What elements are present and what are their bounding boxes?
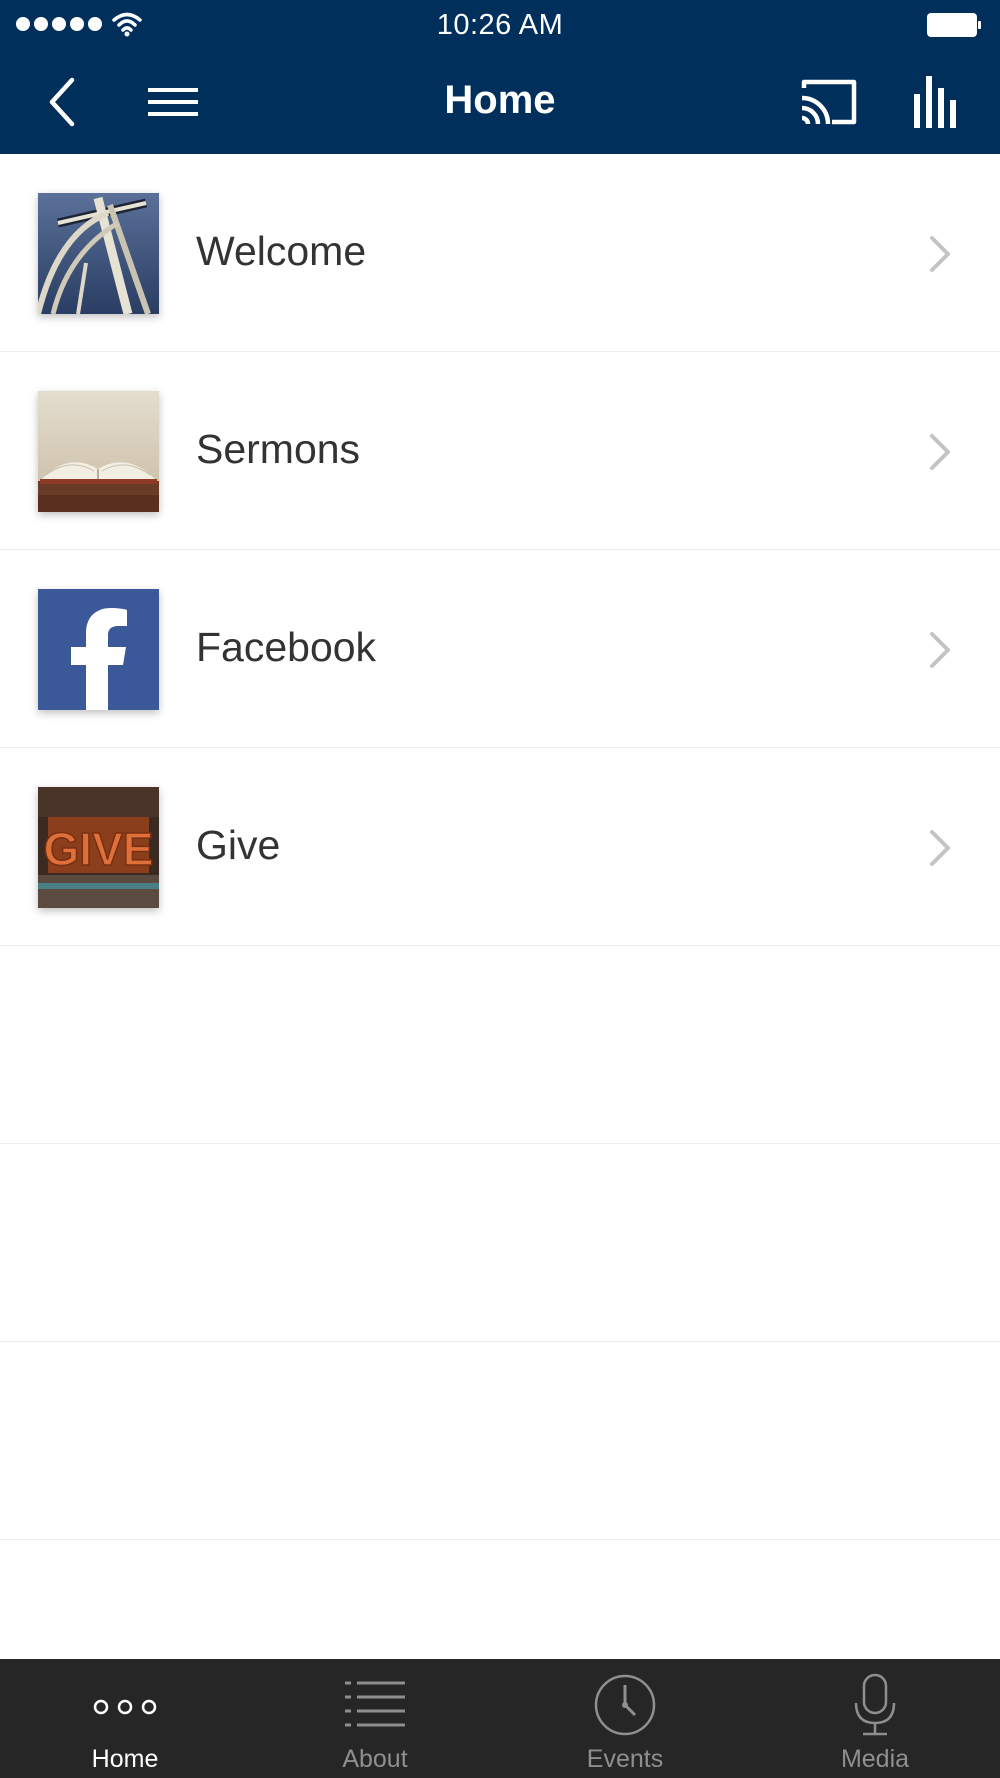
navigation-bar: Home bbox=[0, 50, 1000, 154]
open-bible-thumbnail bbox=[38, 391, 159, 512]
list-icon bbox=[343, 1673, 407, 1737]
cross-sculpture-thumbnail bbox=[38, 193, 159, 314]
home-list: Welcome Sermons Facebook GIVE Give bbox=[0, 154, 1000, 1540]
list-item-label: Welcome bbox=[196, 228, 367, 274]
tab-media[interactable]: Media bbox=[750, 1659, 1000, 1778]
tab-label: About bbox=[342, 1745, 408, 1773]
tab-home[interactable]: Home bbox=[0, 1659, 250, 1778]
cast-button[interactable] bbox=[798, 72, 858, 132]
facebook-logo-thumbnail bbox=[38, 589, 159, 710]
tab-label: Home bbox=[91, 1745, 159, 1773]
tab-label: Events bbox=[586, 1745, 664, 1773]
list-item-label: Give bbox=[196, 822, 281, 868]
tab-label: Media bbox=[840, 1745, 910, 1773]
empty-row bbox=[0, 1342, 1000, 1540]
give-letterpress-thumbnail: GIVE bbox=[38, 787, 159, 908]
clock-icon bbox=[593, 1673, 657, 1737]
status-time: 10:26 AM bbox=[436, 9, 564, 41]
tab-bar: Home About Events Media bbox=[0, 1659, 1000, 1778]
dots-icon bbox=[93, 1673, 157, 1737]
battery-icon bbox=[926, 12, 982, 38]
list-item-give[interactable]: GIVE Give bbox=[0, 748, 1000, 946]
top-bar: 10:26 AM Home bbox=[0, 0, 1000, 154]
chevron-right-icon bbox=[930, 632, 950, 668]
status-bar: 10:26 AM bbox=[0, 0, 1000, 50]
empty-row bbox=[0, 1144, 1000, 1342]
bar-chart-icon bbox=[914, 76, 956, 128]
list-item-sermons[interactable]: Sermons bbox=[0, 352, 1000, 550]
list-item-welcome[interactable]: Welcome bbox=[0, 154, 1000, 352]
list-item-label: Facebook bbox=[196, 624, 377, 670]
stats-button[interactable] bbox=[906, 72, 966, 132]
list-item-facebook[interactable]: Facebook bbox=[0, 550, 1000, 748]
chevron-right-icon bbox=[930, 830, 950, 866]
chevron-right-icon bbox=[930, 434, 950, 470]
list-item-label: Sermons bbox=[196, 426, 361, 472]
chevron-right-icon bbox=[930, 236, 950, 272]
microphone-icon bbox=[843, 1673, 907, 1737]
tab-events[interactable]: Events bbox=[500, 1659, 750, 1778]
cast-icon bbox=[801, 79, 857, 125]
tab-about[interactable]: About bbox=[250, 1659, 500, 1778]
svg-text:GIVE: GIVE bbox=[44, 823, 154, 875]
empty-row bbox=[0, 946, 1000, 1144]
